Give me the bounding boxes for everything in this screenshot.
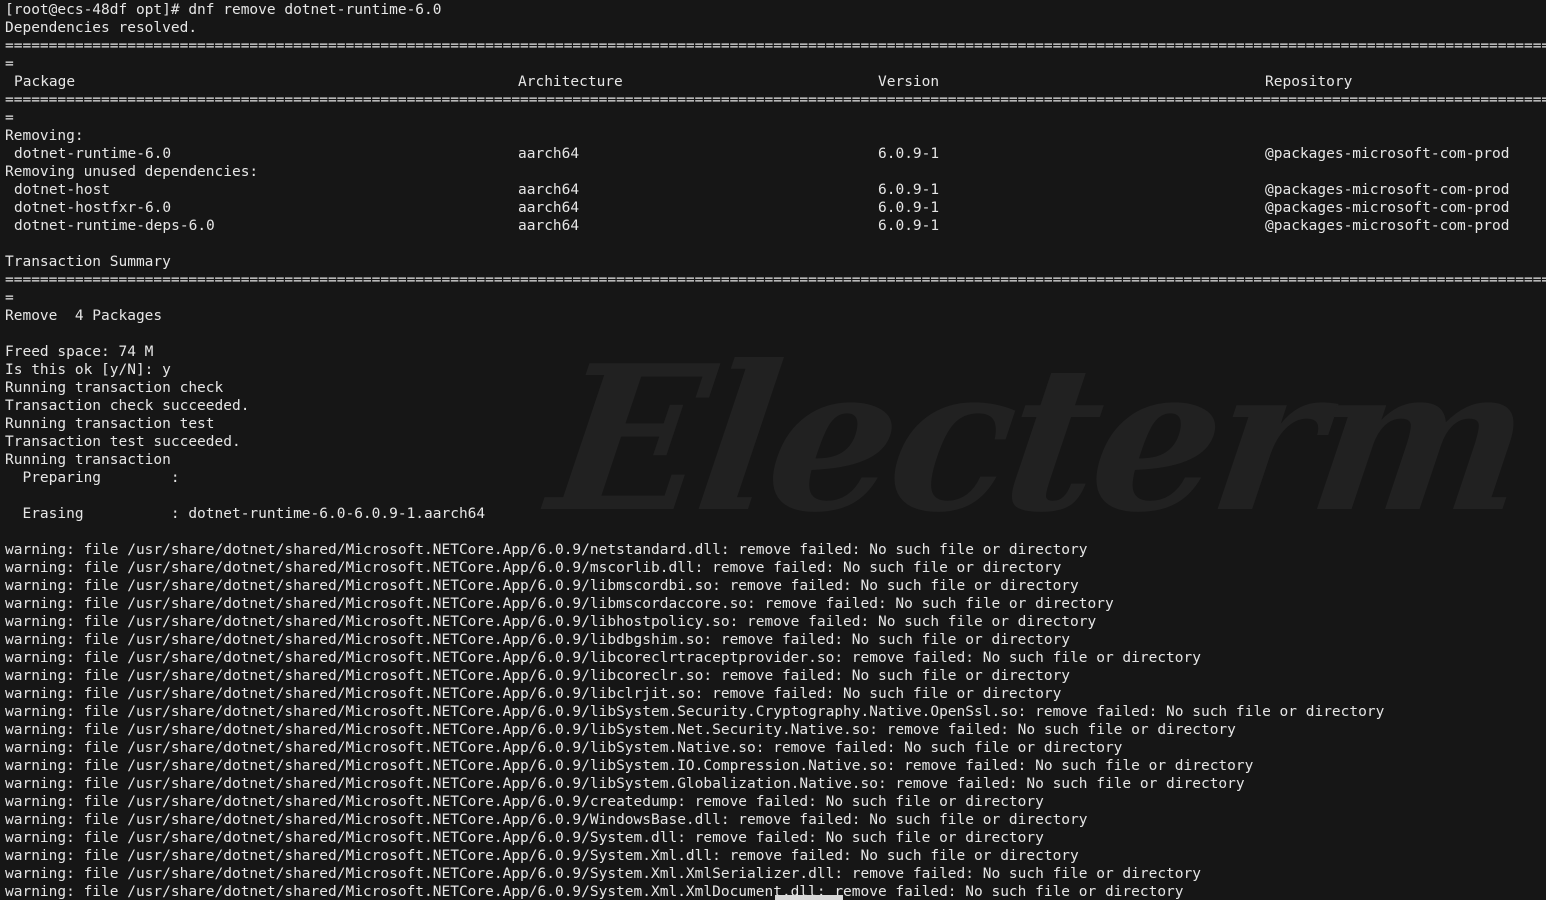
log-line: Erasing : dotnet-runtime-6.0-6.0.9-1.aar…	[5, 506, 486, 522]
row-repo: @packages-microsoft-com-prod	[1265, 182, 1510, 198]
warning-line: warning: file /usr/share/dotnet/shared/M…	[5, 596, 1114, 612]
warning-line: warning: file /usr/share/dotnet/shared/M…	[5, 686, 1062, 702]
warning-line: warning: file /usr/share/dotnet/shared/M…	[5, 704, 1385, 720]
separator-tail: =	[5, 290, 14, 306]
separator: ========================================…	[5, 272, 1546, 288]
row-repo: @packages-microsoft-com-prod	[1265, 146, 1510, 162]
status-line: Dependencies resolved.	[5, 20, 198, 36]
separator-tail: =	[5, 110, 14, 126]
warning-line: warning: file /usr/share/dotnet/shared/M…	[5, 848, 1079, 864]
row-version: 6.0.9-1	[878, 200, 940, 216]
log-line: Running transaction	[5, 452, 171, 468]
row-arch: aarch64	[518, 146, 580, 162]
log-line: Running transaction test	[5, 416, 215, 432]
transaction-log: Freed space: 74 M Is this ok [y/N]: y Runn…	[5, 343, 1546, 541]
warning-line: warning: file /usr/share/dotnet/shared/M…	[5, 722, 1236, 738]
table-header: Package Architecture Version Repository	[5, 73, 1546, 91]
row-repo: @packages-microsoft-com-prod	[1265, 218, 1510, 234]
warning-line: warning: file /usr/share/dotnet/shared/M…	[5, 812, 1088, 828]
summary-title: Transaction Summary	[5, 254, 171, 270]
header-package: Package	[14, 74, 76, 90]
warning-line: warning: file /usr/share/dotnet/shared/M…	[5, 614, 1097, 630]
row-package: dotnet-host	[14, 182, 111, 198]
warning-line: warning: file /usr/share/dotnet/shared/M…	[5, 650, 1201, 666]
row-repo: @packages-microsoft-com-prod	[1265, 200, 1510, 216]
row-package: dotnet-runtime-6.0	[14, 146, 172, 162]
header-version: Version	[878, 74, 940, 90]
row-arch: aarch64	[518, 200, 580, 216]
warning-line: warning: file /usr/share/dotnet/shared/M…	[5, 866, 1201, 882]
row-package: dotnet-runtime-deps-6.0	[14, 218, 215, 234]
warning-line: warning: file /usr/share/dotnet/shared/M…	[5, 776, 1245, 792]
summary-remove: Remove 4 Packages	[5, 308, 163, 324]
warning-line: warning: file /usr/share/dotnet/shared/M…	[5, 578, 1079, 594]
table-row: dotnet-host aarch64 6.0.9-1 @packages-mi…	[5, 181, 1546, 199]
terminal-output: [root@ecs-48df opt]# dnf remove dotnet-r…	[5, 1, 1546, 900]
warning-line: warning: file /usr/share/dotnet/shared/M…	[5, 740, 1123, 756]
header-architecture: Architecture	[518, 74, 623, 90]
warning-line: warning: file /usr/share/dotnet/shared/M…	[5, 542, 1088, 558]
separator: ========================================…	[5, 92, 1546, 108]
row-version: 6.0.9-1	[878, 218, 940, 234]
log-line: Is this ok [y/N]: y	[5, 362, 171, 378]
warning-line: warning: file /usr/share/dotnet/shared/M…	[5, 668, 1071, 684]
log-line: Transaction check succeeded.	[5, 398, 250, 414]
log-line: Transaction test succeeded.	[5, 434, 241, 450]
warning-line: warning: file /usr/share/dotnet/shared/M…	[5, 758, 1254, 774]
warning-line: warning: file /usr/share/dotnet/shared/M…	[5, 830, 1044, 846]
row-version: 6.0.9-1	[878, 182, 940, 198]
row-version: 6.0.9-1	[878, 146, 940, 162]
section-unused: Removing unused dependencies:	[5, 164, 259, 180]
log-line: Running transaction check	[5, 380, 224, 396]
table-row: dotnet-runtime-deps-6.0 aarch64 6.0.9-1 …	[5, 217, 1546, 235]
warning-line: warning: file /usr/share/dotnet/shared/M…	[5, 560, 1062, 576]
row-arch: aarch64	[518, 182, 580, 198]
command-line: [root@ecs-48df opt]# dnf remove dotnet-r…	[5, 2, 442, 18]
separator: ========================================…	[5, 38, 1546, 54]
section-removing: Removing:	[5, 128, 84, 144]
row-package: dotnet-hostfxr-6.0	[14, 200, 172, 216]
table-row: dotnet-runtime-6.0 aarch64 6.0.9-1 @pack…	[5, 145, 1546, 163]
terminal-window[interactable]: Electerm [root@ecs-48df opt]# dnf remove…	[0, 0, 1546, 900]
warning-line: warning: file /usr/share/dotnet/shared/M…	[5, 632, 1071, 648]
warning-line: warning: file /usr/share/dotnet/shared/M…	[5, 794, 1044, 810]
table-row: dotnet-hostfxr-6.0 aarch64 6.0.9-1 @pack…	[5, 199, 1546, 217]
log-line: Preparing :	[5, 470, 180, 486]
header-repository: Repository	[1265, 74, 1353, 90]
separator-tail: =	[5, 56, 14, 72]
warning-log: warning: file /usr/share/dotnet/shared/M…	[5, 541, 1546, 900]
log-line: Freed space: 74 M	[5, 344, 154, 360]
scrollbar-thumb[interactable]	[775, 895, 843, 900]
row-arch: aarch64	[518, 218, 580, 234]
